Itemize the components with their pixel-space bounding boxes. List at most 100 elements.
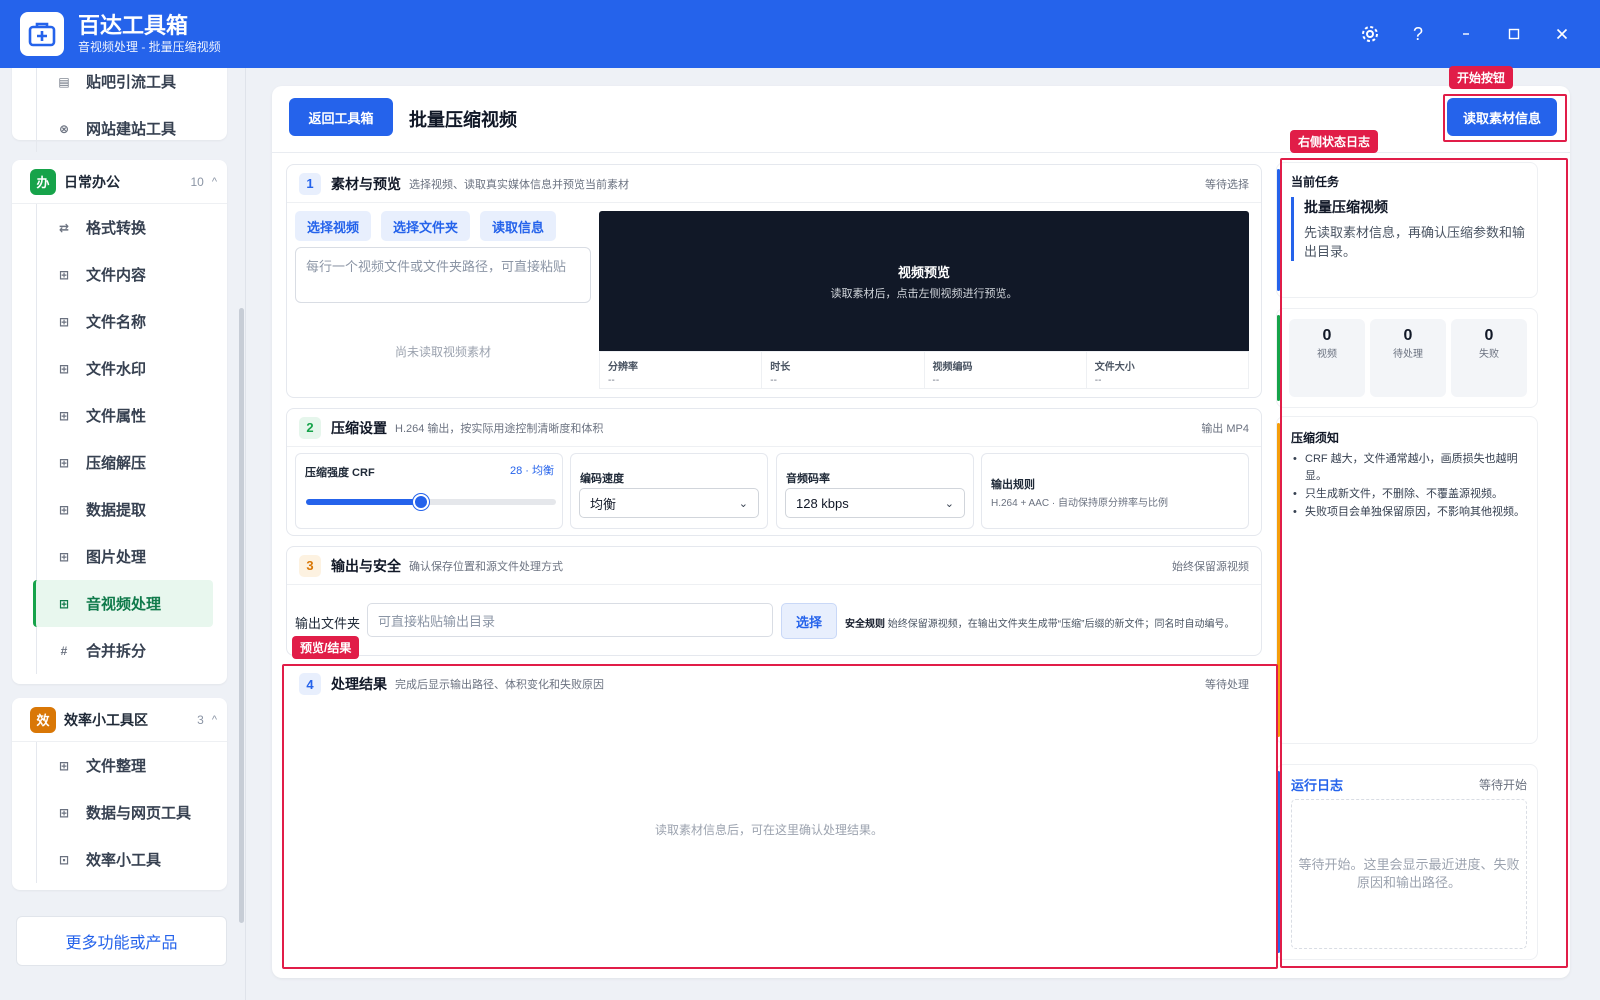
sidebar-item-format-convert[interactable]: ⇄ 格式转换: [36, 204, 227, 251]
grid-icon: ⊞: [58, 758, 70, 773]
section-title: 素材与预览: [331, 175, 401, 192]
output-rule-label: 输出规则: [991, 479, 1035, 491]
task-name: 批量压缩视频: [1304, 199, 1388, 215]
globe-icon: ⊗: [58, 121, 70, 136]
grid-icon: ⊞: [58, 361, 70, 376]
sidebar-item-file-name[interactable]: ⊞ 文件名称: [36, 298, 227, 345]
section-desc: 选择视频、读取真实媒体信息并预览当前素材: [409, 178, 629, 191]
sidebar-group-header[interactable]: 办 日常办公 10 ^: [12, 160, 227, 204]
grid-icon: ⊞: [58, 549, 70, 564]
sidebar-item-file-content[interactable]: ⊞ 文件内容: [36, 251, 227, 298]
video-preview-sub: 读取素材后，点击左侧视频进行预览。: [830, 287, 1018, 300]
section-compress-settings: 2 压缩设置 H.264 输出，按实际用途控制清晰度和体积 输出 MP4 压缩强…: [286, 408, 1262, 536]
toolbox-logo-icon: [20, 12, 64, 56]
safety-rule: 安全规则 始终保留源视频，在输出文件夹生成带“压缩”后缀的新文件；同名时自动编号…: [845, 619, 1235, 630]
sidebar-item-file-watermark[interactable]: ⊞ 文件水印: [36, 345, 227, 392]
app-title: 百达工具箱: [78, 13, 189, 38]
sidebar-scrollbar[interactable]: [239, 308, 244, 923]
group-count: 10: [190, 174, 204, 189]
annotation-preview-result-tag: 预览/结果: [292, 636, 360, 659]
settings-gear-icon[interactable]: [1346, 14, 1394, 54]
media-meta-row: 分辨率 -- 时长 -- 视频编码 -- 文件大小 --: [599, 351, 1249, 389]
speed-select[interactable]: 均衡 ⌄: [579, 488, 759, 518]
task-desc: 先读取素材信息，再确认压缩参数和输出目录。: [1304, 225, 1526, 259]
run-log-box: 等待开始。这里会显示最近进度、失败原因和输出路径。: [1291, 799, 1527, 949]
sidebar-group-header[interactable]: 效 效率小工具区 3 ^: [12, 698, 227, 742]
audio-label: 音频码率: [786, 473, 830, 485]
grid-icon: ⊞: [58, 314, 70, 329]
swap-icon: ⇄: [58, 220, 70, 235]
video-preview[interactable]: 视频预览 读取素材后，点击左侧视频进行预览。: [599, 211, 1249, 351]
read-material-info-button[interactable]: 读取素材信息: [1447, 98, 1557, 136]
more-products-button[interactable]: 更多功能或产品: [16, 916, 227, 966]
annotation-start-tag: 开始按钮: [1449, 66, 1514, 89]
output-folder-label: 输出文件夹: [295, 616, 361, 631]
notes-list: CRF 越大，文件通常越小，画质损失也越明显。 只生成新文件，不删除、不覆盖源视…: [1291, 451, 1527, 522]
page-title: 批量压缩视频: [409, 110, 517, 130]
audio-bitrate-select[interactable]: 128 kbps ⌄: [785, 488, 965, 518]
minimize-icon[interactable]: [1442, 14, 1490, 54]
crf-label: 压缩强度 CRF: [305, 467, 375, 479]
sidebar-item-data-web[interactable]: ⊞ 数据与网页工具: [36, 789, 227, 836]
stat-pending: 0 待处理: [1370, 319, 1446, 397]
sidebar-group-office: 办 日常办公 10 ^ ⇄ 格式转换 ⊞ 文件内容 ⊞ 文件名称 ⊞ 文件水印 ⊞ 文件属…: [12, 160, 227, 684]
notes-heading: 压缩须知: [1291, 431, 1340, 445]
choose-output-button[interactable]: 选择: [781, 603, 837, 639]
output-folder-input[interactable]: 可直接粘贴输出目录: [367, 603, 773, 637]
sidebar-item-file-organize[interactable]: ⊞ 文件整理: [36, 742, 227, 789]
close-icon[interactable]: [1538, 14, 1586, 54]
back-to-toolbox-button[interactable]: 返回工具箱: [289, 98, 393, 136]
group-count: 3: [197, 712, 204, 727]
meta-filesize: 文件大小 --: [1094, 362, 1135, 386]
section-desc: 完成后显示输出路径、体积变化和失败原因: [395, 679, 604, 691]
sidebar-item-tieba[interactable]: ▤ 贴吧引流工具: [36, 68, 227, 105]
sidebar-item-compress[interactable]: ⊞ 压缩解压: [36, 439, 227, 486]
title-bar: 百达工具箱 音视频处理 - 批量压缩视频 ?: [0, 0, 1600, 68]
crf-slider-handle[interactable]: [413, 494, 429, 510]
sidebar-item-data-extract[interactable]: ⊞ 数据提取: [36, 486, 227, 533]
read-info-button[interactable]: 读取信息: [480, 211, 557, 241]
section-title: 压缩设置: [331, 419, 387, 436]
chevron-down-icon: ⌄: [738, 497, 748, 510]
crf-slider[interactable]: [306, 494, 556, 510]
efficiency-badge: 效: [30, 706, 56, 733]
crf-slider-fill: [306, 499, 421, 505]
sidebar-item-efficiency-tools[interactable]: ⊡ 效率小工具: [36, 836, 227, 883]
help-icon[interactable]: ?: [1394, 14, 1442, 54]
section-material-preview: 1 素材与预览 选择视频、读取真实媒体信息并预览当前素材 等待选择 选择视频 选…: [286, 164, 1262, 398]
section-status: 等待处理: [1205, 679, 1249, 691]
chevron-up-icon[interactable]: ^: [212, 714, 217, 726]
video-preview-title: 视频预览: [897, 264, 950, 280]
stat-failed: 0 失败: [1451, 319, 1527, 397]
select-folder-button[interactable]: 选择文件夹: [381, 211, 471, 241]
section-number: 3: [299, 554, 321, 577]
section-status: 始终保留源视频: [1172, 560, 1249, 573]
sidebar-item-merge-split[interactable]: # 合并拆分: [36, 627, 227, 674]
main-panel: 返回工具箱 批量压缩视频 读取素材信息 1 素材与预览 选择视频、读取真实媒体信…: [272, 86, 1570, 978]
section-desc: H.264 输出，按实际用途控制清晰度和体积: [395, 422, 604, 435]
grid-icon: ⊞: [58, 805, 70, 820]
annotation-right-log-tag: 右侧状态日志: [1290, 130, 1379, 153]
chevron-down-icon: ⌄: [944, 497, 954, 510]
sidebar-group-previous: ▤ 贴吧引流工具 ⊗ 网站建站工具: [12, 68, 227, 152]
grid-icon: ⊞: [58, 455, 70, 470]
section-status: 输出 MP4: [1201, 422, 1249, 435]
meta-duration: 时长 --: [762, 352, 925, 388]
select-video-button[interactable]: 选择视频: [295, 211, 372, 241]
maximize-icon[interactable]: [1490, 14, 1538, 54]
sidebar-item-website[interactable]: ⊗ 网站建站工具: [36, 105, 227, 152]
sidebar-item-file-attribute[interactable]: ⊞ 文件属性: [36, 392, 227, 439]
results-empty-text: 读取素材信息后，可在这里确认处理结果。: [655, 823, 884, 837]
path-textarea[interactable]: 每行一个视频文件或文件夹路径，可直接粘贴: [295, 247, 591, 303]
chevron-up-icon[interactable]: ^: [212, 176, 217, 188]
sidebar-group-efficiency: 效 效率小工具区 3 ^ ⊞ 文件整理 ⊞ 数据与网页工具 ⊡ 效率小工具: [12, 698, 227, 890]
run-log-card: 运行日志 等待开始 等待开始。这里会显示最近进度、失败原因和输出路径。: [1276, 764, 1538, 960]
grid-icon: ⊞: [58, 596, 70, 611]
sidebar-item-audio-video[interactable]: ⊞ 音视频处理: [33, 580, 213, 627]
box-icon: ⊡: [58, 852, 70, 867]
group-title: 日常办公: [64, 173, 120, 190]
group-title: 效率小工具区: [64, 711, 148, 728]
crf-card: 压缩强度 CRF 28 · 均衡: [295, 453, 563, 529]
grid-icon: ⊞: [58, 408, 70, 423]
sidebar-item-image[interactable]: ⊞ 图片处理: [36, 533, 227, 580]
